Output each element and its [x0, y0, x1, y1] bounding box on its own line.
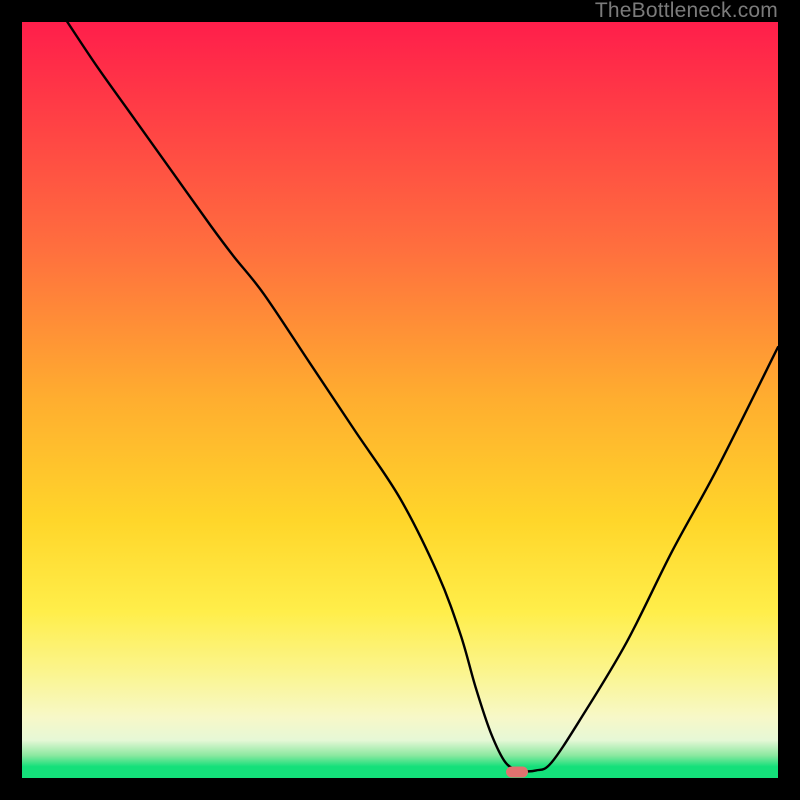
- bottleneck-chart: TheBottleneck.com: [0, 0, 800, 800]
- watermark-text: TheBottleneck.com: [595, 0, 778, 22]
- optimal-point-marker: [506, 766, 528, 777]
- bottleneck-curve-svg: [22, 22, 778, 778]
- bottleneck-curve-path: [67, 22, 778, 771]
- plot-area: [22, 22, 778, 778]
